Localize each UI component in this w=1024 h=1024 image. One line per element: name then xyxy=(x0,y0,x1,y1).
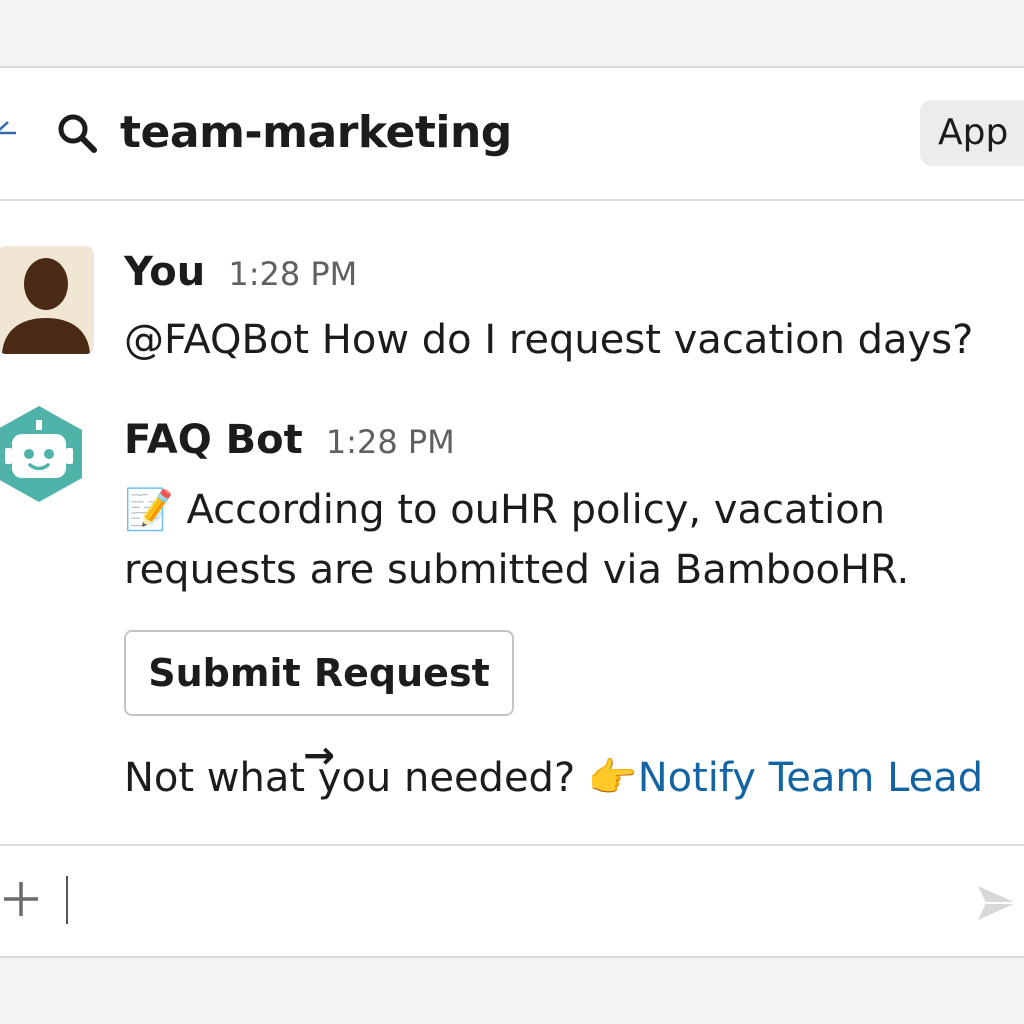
plus-icon[interactable] xyxy=(2,880,40,918)
text-cursor[interactable] xyxy=(66,876,68,924)
user-avatar[interactable] xyxy=(0,246,94,354)
sender-name[interactable]: FAQ Bot xyxy=(124,417,303,463)
notify-line: Not what you needed? 👉Notify Team Lead xyxy=(124,752,983,804)
top-bar-background xyxy=(0,0,1024,66)
timestamp[interactable]: 1:28 PM xyxy=(326,423,455,461)
app-button[interactable]: App xyxy=(920,100,1024,166)
message-text: @FAQBot How do I request vacation days? xyxy=(124,317,974,363)
message-text-line-2: requests are submitted via BambooHR. xyxy=(124,547,910,593)
back-arrow-icon[interactable] xyxy=(0,118,18,148)
bottom-bar-background xyxy=(0,958,1024,1024)
header-divider xyxy=(0,199,1024,201)
notify-prefix: Not what you needed? 👉 xyxy=(124,755,638,801)
person-icon xyxy=(2,258,90,354)
sender-line: You 1:28 PM xyxy=(124,246,357,298)
notify-team-lead-link[interactable]: Notify Team Lead xyxy=(638,755,984,801)
sender-line: FAQ Bot 1:28 PM xyxy=(124,414,455,466)
submit-request-button[interactable]: Submit Request → xyxy=(124,630,514,777)
timestamp[interactable]: 1:28 PM xyxy=(228,255,357,293)
message-composer[interactable] xyxy=(0,846,1024,956)
send-icon[interactable] xyxy=(976,884,1018,922)
bot-avatar[interactable] xyxy=(0,404,86,504)
channel-title: team-marketing xyxy=(120,107,512,158)
search-icon[interactable] xyxy=(56,112,98,154)
message-text-line-1: 📝 According to ouHR policy, vacation xyxy=(124,487,886,533)
sender-name[interactable]: You xyxy=(124,249,205,295)
